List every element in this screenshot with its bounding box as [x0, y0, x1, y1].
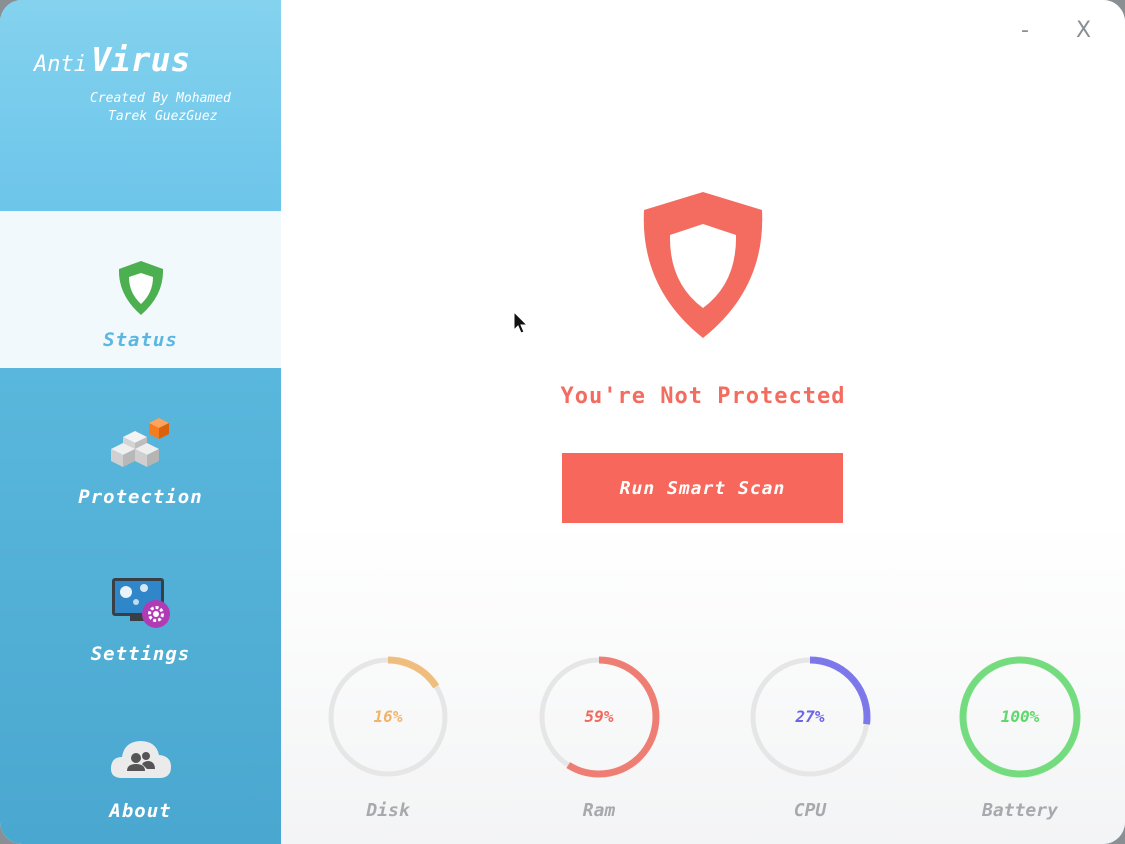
cubes-icon — [109, 414, 173, 476]
cloud-users-icon — [108, 728, 174, 790]
credit-line-1: Created By Mohamed — [90, 91, 231, 106]
brand-header: Anti Virus Created By Mohamed Tarek GuezG… — [0, 0, 281, 211]
minimize-button[interactable]: - — [1021, 18, 1029, 43]
credit-line-2: Tarek GuezGuez — [108, 109, 218, 124]
app-title: Anti Virus — [34, 40, 190, 79]
gauge-value: 16% — [373, 707, 403, 726]
gauge-label: Battery — [982, 800, 1058, 821]
sidebar-item-label: About — [109, 800, 172, 822]
sidebar-item-label: Status — [103, 329, 178, 351]
sidebar-item-about[interactable]: About — [0, 682, 281, 839]
sidebar-item-label: Settings — [90, 643, 191, 665]
sidebar-item-protection[interactable]: Protection — [0, 368, 281, 525]
gauge-value: 27% — [795, 707, 825, 726]
app-window: Anti Virus Created By Mohamed Tarek GuezG… — [0, 0, 1125, 844]
app-credit: Created By Mohamed Tarek GuezGuez — [90, 90, 231, 126]
not-protected-shield-icon — [636, 188, 770, 347]
sidebar: Anti Virus Created By Mohamed Tarek GuezG… — [0, 0, 281, 844]
gauge-label: CPU — [793, 800, 827, 821]
gauge-cpu: 27% CPU — [745, 652, 875, 832]
protection-status-text: You're Not Protected — [560, 384, 846, 409]
sidebar-item-label: Protection — [78, 486, 203, 508]
run-smart-scan-button[interactable]: Run Smart Scan — [562, 453, 843, 523]
close-button[interactable]: X — [1076, 18, 1091, 43]
app-title-small: Anti — [34, 52, 87, 77]
shield-check-icon — [116, 257, 166, 319]
gauge-battery: 100% Battery — [955, 652, 1085, 832]
gauge-label: Ram — [582, 800, 616, 821]
gauge-ram: 59% Ram — [534, 652, 664, 832]
gauge-value: 59% — [584, 707, 614, 726]
sidebar-item-settings[interactable]: Settings — [0, 525, 281, 682]
main-panel: - X You're Not Protected Run Smart Scan … — [281, 0, 1125, 844]
monitor-gear-icon — [108, 571, 174, 633]
mouse-cursor-icon — [513, 310, 529, 339]
gauge-value: 100% — [1000, 707, 1040, 726]
gauge-disk: 16% Disk — [323, 652, 453, 832]
gauge-label: Disk — [366, 800, 410, 821]
sidebar-item-status[interactable]: Status — [0, 211, 281, 368]
app-title-big: Virus — [90, 40, 191, 79]
